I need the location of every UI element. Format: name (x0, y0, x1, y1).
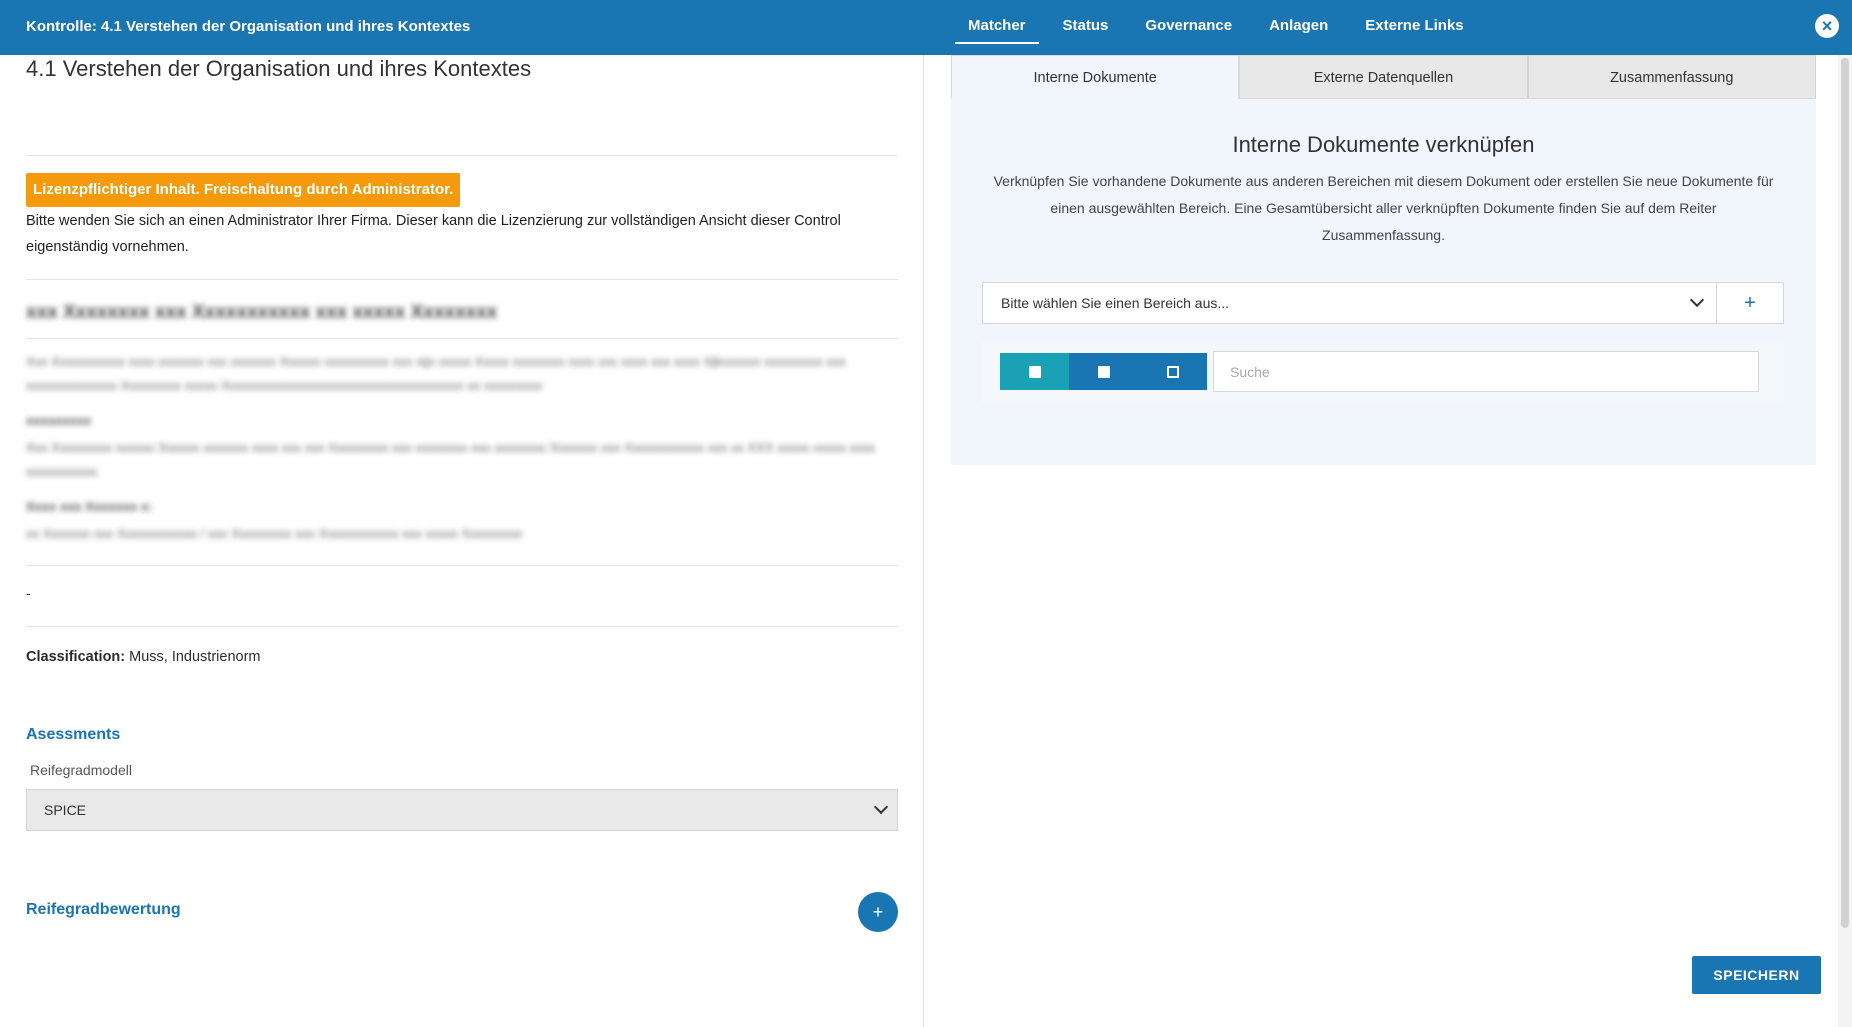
add-reifegrad-button[interactable]: + (858, 892, 898, 932)
blurred-heading: xxx Xxxxxxxx xxx Xxxxxxxxxxx xxx xxxxx X… (26, 302, 498, 323)
save-button[interactable]: SPEICHERN (1692, 956, 1821, 994)
blurred-paragraph: xx Xxxxxxx xxx Xxxxxxxxxxxx / xxx Xxxxxx… (26, 526, 523, 541)
divider (26, 338, 898, 339)
bereich-placeholder: Bitte wählen Sie einen Bereich aus... (1001, 295, 1230, 311)
classification: Classification: Muss, Industrienorm (26, 649, 261, 665)
classification-value: Muss, Industrienorm (129, 649, 261, 665)
unlinked-documents-button[interactable] (1138, 353, 1207, 390)
scrollbar-thumb[interactable] (1841, 58, 1849, 928)
all-documents-button[interactable] (1069, 353, 1138, 390)
divider (26, 155, 898, 156)
chevron-down-icon (1689, 292, 1705, 308)
top-nav: Matcher Status Governance Anlagen Extern… (955, 0, 1488, 55)
documents-stack-icon (1097, 366, 1110, 379)
document-check-icon (1028, 366, 1041, 379)
close-icon[interactable]: × (1815, 14, 1839, 38)
blurred-paragraph: Xxx Xxxxxxxxxxx xxxx xxxxxxx xxx xxxxxxx… (26, 354, 846, 393)
divider (26, 626, 898, 627)
search-input[interactable] (1213, 351, 1759, 392)
divider (26, 565, 898, 566)
blurred-label: Xxxx xxx Xxxxxxx x: (26, 499, 153, 514)
document-outline-icon (1166, 366, 1179, 379)
tab-externe-datenquellen[interactable]: Externe Datenquellen (1239, 55, 1528, 99)
reifegradbewertung-title: Reifegradbewertung (26, 901, 181, 918)
blurred-label: xxxxxxxxx (26, 413, 92, 428)
nav-status[interactable]: Status (1050, 0, 1122, 55)
right-panel (951, 55, 1816, 465)
right-tabs: Interne Dokumente Externe Datenquellen Z… (951, 55, 1816, 99)
section-description: Verknüpfen Sie vorhandene Dokumente aus … (993, 173, 1774, 243)
nav-anlagen[interactable]: Anlagen (1256, 0, 1341, 55)
chevron-down-icon (873, 799, 889, 815)
add-bereich-button[interactable]: + (1716, 282, 1784, 324)
assessments-title: Asessments (26, 726, 121, 743)
tab-interne-dokumente[interactable]: Interne Dokumente (951, 55, 1240, 99)
page-title: 4.1 Verstehen der Organisation und ihres… (26, 56, 532, 81)
bereich-select[interactable]: Bitte wählen Sie einen Bereich aus... (982, 282, 1717, 324)
modal-title: Kontrolle: 4.1 Verstehen der Organisatio… (26, 18, 471, 35)
tab-zusammenfassung[interactable]: Zusammenfassung (1527, 55, 1816, 99)
reifegrad-select[interactable]: SPICE (26, 789, 898, 831)
classification-label: Classification: (26, 649, 126, 665)
reifegrad-label: Reifegradmodell (30, 762, 132, 778)
license-text: Bitte wenden Sie sich an einen Administr… (26, 213, 841, 255)
divider (26, 279, 898, 280)
placeholder-dash: - (26, 585, 31, 601)
nav-governance[interactable]: Governance (1132, 0, 1245, 55)
linked-documents-button[interactable] (1000, 353, 1069, 390)
nav-externe-links[interactable]: Externe Links (1352, 0, 1476, 55)
top-bar: Kontrolle: 4.1 Verstehen der Organisatio… (0, 0, 1852, 55)
nav-matcher[interactable]: Matcher (955, 0, 1039, 55)
section-title: Interne Dokumente verknüpfen (1232, 132, 1535, 157)
reifegrad-value: SPICE (44, 802, 87, 818)
license-badge: Lizenzpflichtiger Inhalt. Freischaltung … (26, 173, 461, 207)
blurred-paragraph: Xxx Xxxxxxxxx xxxxxx Xxxxxx xxxxxxx xxxx… (26, 440, 876, 479)
